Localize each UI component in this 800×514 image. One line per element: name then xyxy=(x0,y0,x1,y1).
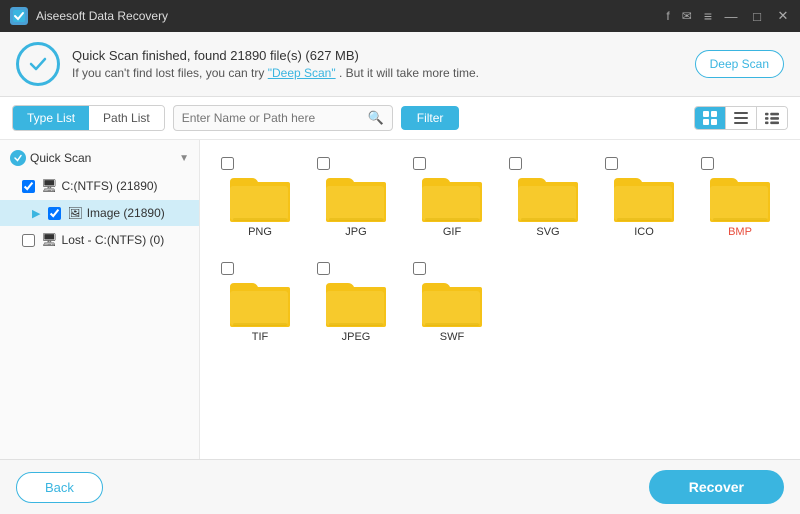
message-icon[interactable]: ✉ xyxy=(682,9,692,23)
status-sub-suffix: . But it will take more time. xyxy=(339,66,479,80)
file-label-bmp: BMP xyxy=(728,226,752,238)
quick-scan-label: Quick Scan xyxy=(30,151,91,165)
file-label-jpeg: JPEG xyxy=(342,331,371,343)
title-bar: Aiseesoft Data Recovery f ✉ ≡ — □ ✕ xyxy=(0,0,800,32)
view-list-button[interactable] xyxy=(725,107,756,129)
search-box: 🔍 xyxy=(173,105,393,131)
menu-icon[interactable]: ≡ xyxy=(704,8,712,24)
folder-icon-svg xyxy=(518,172,578,222)
status-sub-prefix: If you can't find lost files, you can tr… xyxy=(72,66,268,80)
file-item-jpeg[interactable]: JPEG xyxy=(312,255,400,350)
lost-icon: 🖥 xyxy=(41,232,58,248)
file-item-tif[interactable]: TIF xyxy=(216,255,304,350)
file-item-svg[interactable]: SVG xyxy=(504,150,592,245)
main-area: Quick Scan finished, found 21890 file(s)… xyxy=(0,32,800,514)
sidebar-quick-scan[interactable]: Quick Scan ▼ xyxy=(0,144,199,172)
file-label-ico: ICO xyxy=(634,226,654,238)
folder-icon-tif xyxy=(230,277,290,327)
status-title: Quick Scan finished, found 21890 file(s)… xyxy=(72,48,683,63)
file-item-png[interactable]: PNG xyxy=(216,150,304,245)
file-label-tif: TIF xyxy=(252,331,269,343)
file-checkbox-png[interactable] xyxy=(221,157,234,170)
tab-type-list[interactable]: Type List xyxy=(13,106,89,130)
back-button[interactable]: Back xyxy=(16,472,103,503)
status-text-area: Quick Scan finished, found 21890 file(s)… xyxy=(72,48,683,80)
sidebar-lost[interactable]: 🖥 Lost - C:(NTFS) (0) xyxy=(0,226,199,254)
view-toggle-group xyxy=(694,106,788,130)
file-checkbox-ico[interactable] xyxy=(605,157,618,170)
tab-path-list[interactable]: Path List xyxy=(89,106,164,130)
drive-label: C:(NTFS) (21890) xyxy=(62,179,158,193)
chevron-down-icon: ▼ xyxy=(179,153,189,164)
file-checkbox-jpg[interactable] xyxy=(317,157,330,170)
deep-scan-button[interactable]: Deep Scan xyxy=(695,50,784,78)
list-view-icon xyxy=(734,111,748,125)
lost-label: Lost - C:(NTFS) (0) xyxy=(62,233,165,247)
folder-icon-bmp xyxy=(710,172,770,222)
app-title: Aiseesoft Data Recovery xyxy=(36,9,666,23)
image-label: Image (21890) xyxy=(87,206,165,220)
tab-group: Type List Path List xyxy=(12,105,165,131)
minimize-button[interactable]: — xyxy=(724,9,738,23)
close-button[interactable]: ✕ xyxy=(776,9,790,23)
image-checkbox[interactable] xyxy=(48,207,61,220)
status-subtitle: If you can't find lost files, you can tr… xyxy=(72,66,683,80)
sidebar-drive[interactable]: 🖥 C:(NTFS) (21890) xyxy=(0,172,199,200)
facebook-icon[interactable]: f xyxy=(666,9,669,23)
file-item-gif[interactable]: GIF xyxy=(408,150,496,245)
drive-icon: 🖥 xyxy=(41,178,58,194)
file-checkbox-swf[interactable] xyxy=(413,262,426,275)
view-grid-button[interactable] xyxy=(695,107,725,129)
folder-icon-gif xyxy=(422,172,482,222)
search-icon[interactable]: 🔍 xyxy=(368,110,384,126)
folder-icon-jpg xyxy=(326,172,386,222)
file-item-swf[interactable]: SWF xyxy=(408,255,496,350)
file-item-ico[interactable]: ICO xyxy=(600,150,688,245)
image-icon: 🖼 xyxy=(67,206,82,220)
status-bar: Quick Scan finished, found 21890 file(s)… xyxy=(0,32,800,97)
view-detail-button[interactable] xyxy=(756,107,787,129)
file-checkbox-bmp[interactable] xyxy=(701,157,714,170)
file-label-jpg: JPG xyxy=(345,226,366,238)
file-checkbox-svg[interactable] xyxy=(509,157,522,170)
window-controls: f ✉ ≡ — □ ✕ xyxy=(666,8,790,24)
file-label-png: PNG xyxy=(248,226,272,238)
app-icon xyxy=(10,7,28,25)
quick-scan-icon xyxy=(10,150,26,166)
status-icon xyxy=(16,42,60,86)
file-label-swf: SWF xyxy=(440,331,464,343)
filter-button[interactable]: Filter xyxy=(401,106,460,130)
recover-button[interactable]: Recover xyxy=(649,470,784,504)
file-item-jpg[interactable]: JPG xyxy=(312,150,400,245)
lost-checkbox[interactable] xyxy=(22,234,35,247)
folder-icon-png xyxy=(230,172,290,222)
search-input[interactable] xyxy=(182,111,368,125)
folder-icon-jpeg xyxy=(326,277,386,327)
drive-checkbox[interactable] xyxy=(22,180,35,193)
file-label-gif: GIF xyxy=(443,226,461,238)
deep-scan-link[interactable]: "Deep Scan" xyxy=(268,66,336,80)
content-area: Quick Scan ▼ 🖥 C:(NTFS) (21890) ▶ 🖼 Imag… xyxy=(0,140,800,459)
file-checkbox-jpeg[interactable] xyxy=(317,262,330,275)
toolbar: Type List Path List 🔍 Filter xyxy=(0,97,800,140)
file-label-svg: SVG xyxy=(536,226,559,238)
file-checkbox-tif[interactable] xyxy=(221,262,234,275)
file-grid: PNG JPG GIF xyxy=(200,140,800,459)
expand-arrow-icon: ▶ xyxy=(32,207,40,220)
file-item-bmp[interactable]: BMP xyxy=(696,150,784,245)
sidebar: Quick Scan ▼ 🖥 C:(NTFS) (21890) ▶ 🖼 Imag… xyxy=(0,140,200,459)
grid-view-icon xyxy=(703,111,717,125)
maximize-button[interactable]: □ xyxy=(750,9,764,23)
sidebar-image[interactable]: ▶ 🖼 Image (21890) xyxy=(0,200,199,226)
grid-layout: PNG JPG GIF xyxy=(216,150,784,350)
bottom-bar: Back Recover xyxy=(0,459,800,514)
detail-view-icon xyxy=(765,111,779,125)
file-checkbox-gif[interactable] xyxy=(413,157,426,170)
folder-icon-ico xyxy=(614,172,674,222)
folder-icon-swf xyxy=(422,277,482,327)
